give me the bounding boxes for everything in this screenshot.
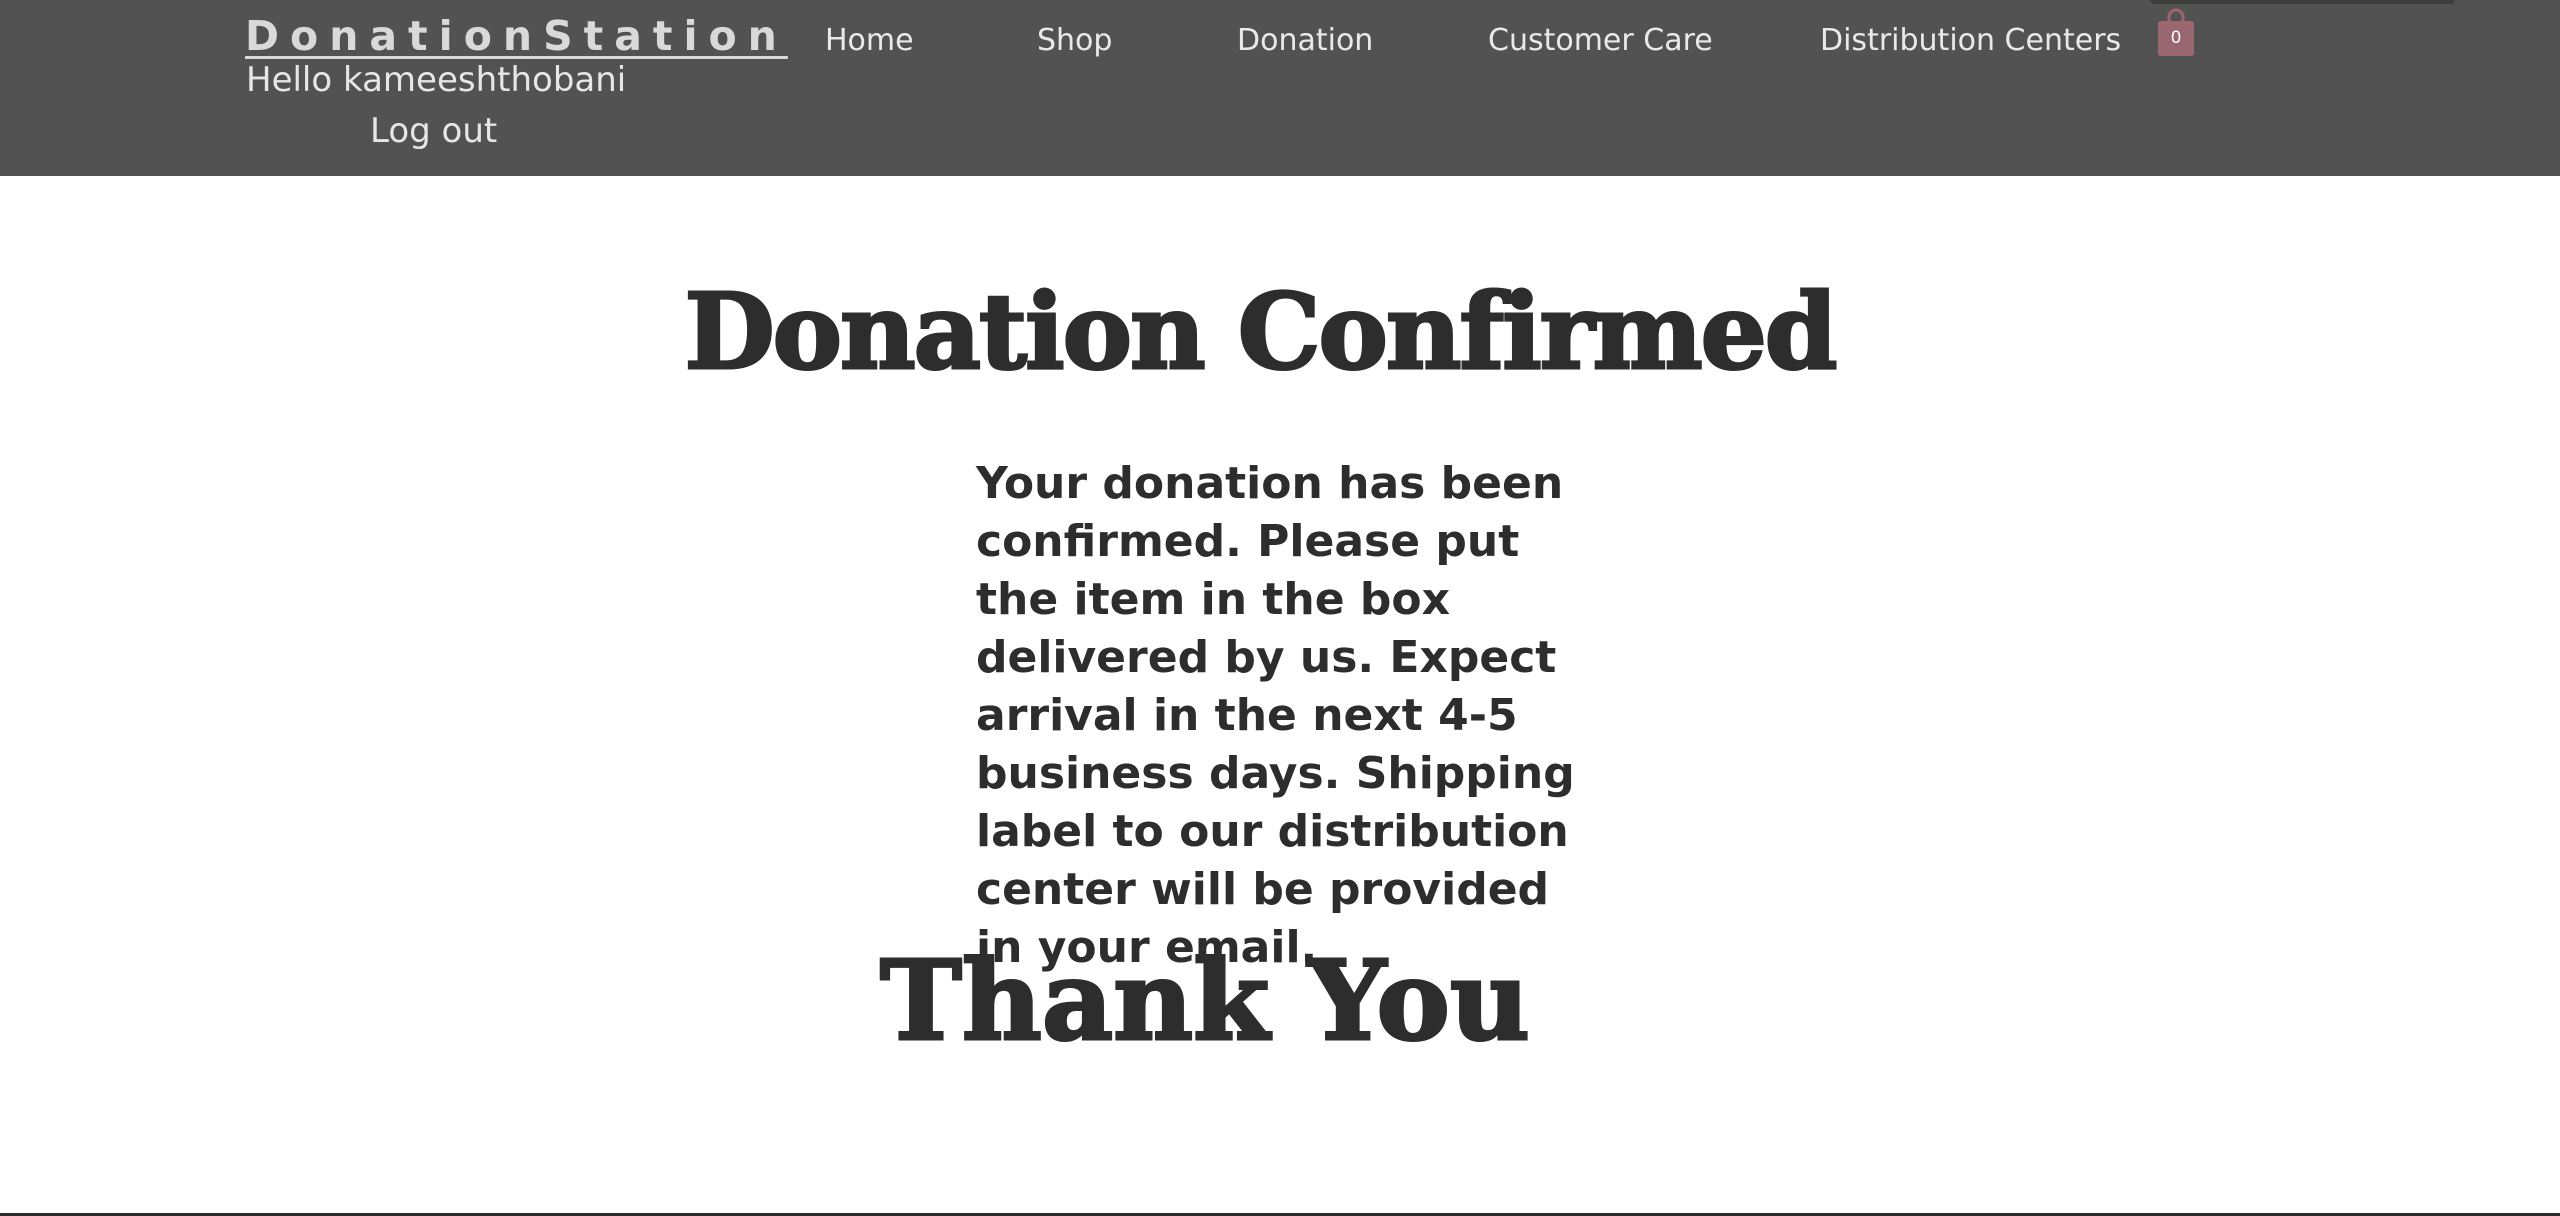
nav-home[interactable]: Home: [825, 23, 914, 58]
cart-button[interactable]: 0: [2156, 6, 2196, 58]
nav-distribution-centers[interactable]: Distribution Centers: [1820, 23, 2121, 58]
nav-shop[interactable]: Shop: [1037, 23, 1112, 58]
page: DonationStation Hello kameeshthobani Log…: [0, 0, 2560, 1216]
page-title: Donation Confirmed: [683, 269, 1839, 395]
brand-logo-link[interactable]: DonationStation: [245, 12, 788, 60]
confirmation-message: Your donation has been confirmed. Please…: [976, 458, 1575, 973]
nav-donation[interactable]: Donation: [1237, 23, 1373, 58]
nav-customer-care[interactable]: Customer Care: [1488, 23, 1713, 58]
site-header: DonationStation Hello kameeshthobani Log…: [0, 0, 2560, 176]
logout-link[interactable]: Log out: [370, 111, 497, 151]
thank-you-heading: Thank You: [879, 935, 1532, 1067]
header-divider: [2150, 0, 2455, 4]
user-greeting: Hello kameeshthobani: [246, 60, 627, 100]
cart-count: 0: [2170, 28, 2182, 48]
